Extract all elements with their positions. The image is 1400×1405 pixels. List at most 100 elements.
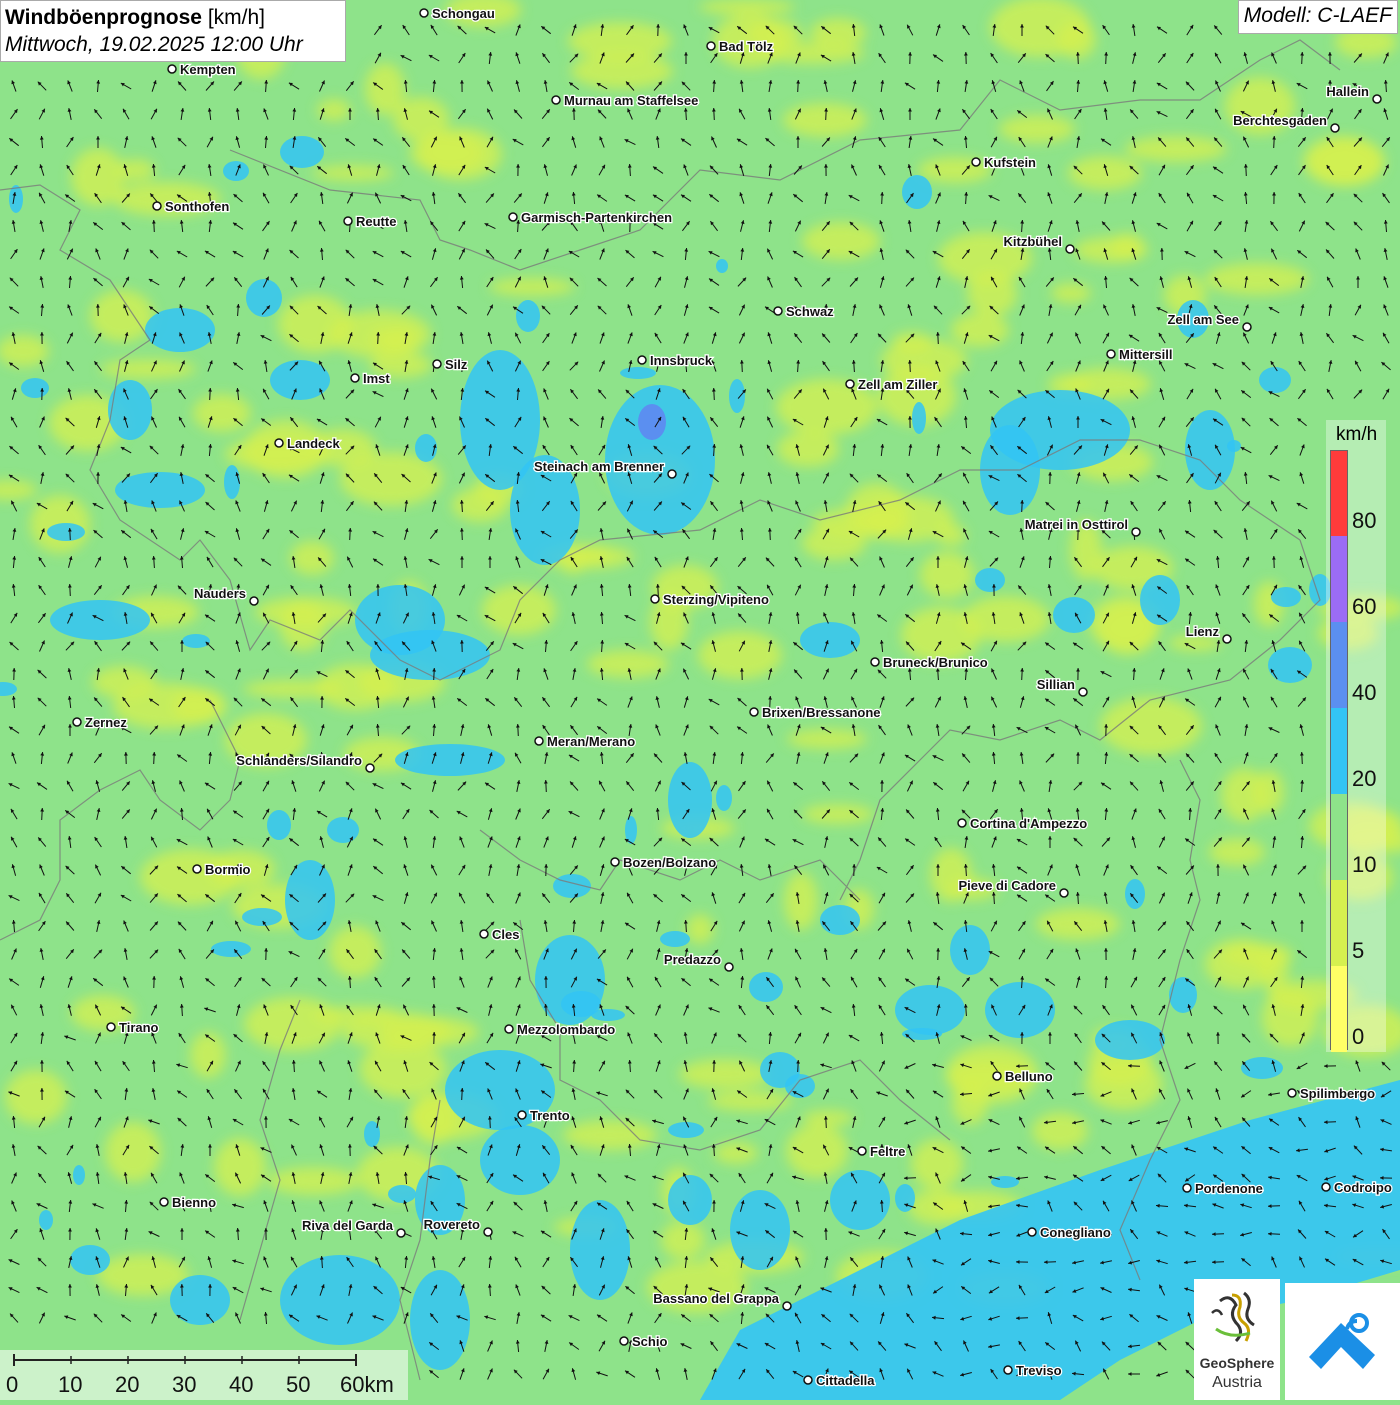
city-marker-icon <box>651 595 659 603</box>
city-label: Matrei in Osttirol <box>1025 517 1128 532</box>
low-gust-patch <box>786 1124 848 1178</box>
city-conegliano: Conegliano <box>1028 1225 1111 1240</box>
city-label: Innsbruck <box>650 353 713 368</box>
high-gust-patch <box>820 905 860 935</box>
low-gust-patch <box>193 394 251 432</box>
city-marker-icon <box>1373 95 1381 103</box>
city-marker-icon <box>1060 889 1068 897</box>
city-label: Pieve di Cadore <box>958 878 1056 893</box>
high-gust-patch <box>115 472 205 508</box>
low-gust-patch <box>280 601 326 651</box>
city-marker-icon <box>1066 245 1074 253</box>
high-gust-patch <box>668 1175 712 1225</box>
city-marker-icon <box>397 1229 405 1237</box>
city-label: Bassano del Grappa <box>653 1291 779 1306</box>
city-label: Belluno <box>1005 1069 1053 1084</box>
high-gust-patch <box>224 465 240 499</box>
high-gust-patch <box>246 279 282 317</box>
low-gust-patch <box>563 1120 657 1150</box>
low-gust-patch <box>452 488 508 522</box>
city-marker-icon <box>638 356 646 364</box>
city-label: Bozen/Bolzano <box>623 855 716 870</box>
low-gust-patch <box>1221 768 1267 822</box>
city-marker-icon <box>774 307 782 315</box>
high-gust-patch <box>975 568 1005 592</box>
high-gust-patch <box>716 785 732 811</box>
city-label: Pordenone <box>1195 1181 1263 1196</box>
low-gust-patch <box>312 165 394 181</box>
city-label: Zernez <box>85 715 127 730</box>
high-gust-patch <box>902 175 932 209</box>
city-marker-icon <box>168 65 176 73</box>
low-gust-patch <box>5 1070 67 1124</box>
low-gust-patch <box>952 1081 988 1125</box>
high-gust-patch <box>912 402 926 434</box>
high-gust-patch <box>211 941 251 957</box>
low-gust-patch <box>1125 136 1227 162</box>
high-gust-patch <box>1095 1020 1165 1060</box>
low-gust-patch <box>313 1006 401 1024</box>
city-marker-icon <box>846 380 854 388</box>
high-gust-patch <box>1271 587 1301 607</box>
low-gust-patch <box>290 541 334 575</box>
low-gust-patch <box>575 546 609 564</box>
high-gust-patch <box>570 1200 630 1300</box>
city-marker-icon <box>871 658 879 666</box>
high-gust-patch <box>895 985 965 1035</box>
low-gust-patch <box>587 650 669 678</box>
city-label: Conegliano <box>1040 1225 1111 1240</box>
city-pordenone: Pordenone <box>1183 1181 1263 1196</box>
high-gust-patch <box>145 308 215 352</box>
city-label: Predazzo <box>664 952 721 967</box>
wind-gust-map[interactable]: SchongauBad TölzKemptenMurnau am Staffel… <box>0 0 1400 1400</box>
high-gust-patch <box>410 1270 470 1370</box>
low-gust-patch <box>911 1139 963 1189</box>
city-label: Zell am See <box>1167 312 1239 327</box>
city-murnau-am-staffelsee: Murnau am Staffelsee <box>552 93 698 108</box>
low-gust-patch <box>708 1091 792 1111</box>
city-marker-icon <box>505 1025 513 1033</box>
city-schongau: Schongau <box>420 6 495 21</box>
city-bozen-bolzano: Bozen/Bolzano <box>611 855 716 870</box>
high-gust-patch <box>73 1165 85 1185</box>
high-gust-patch <box>591 1009 625 1021</box>
city-label: Berchtesgaden <box>1233 113 1327 128</box>
city-label: Schlanders/Silandro <box>236 753 362 768</box>
high-gust-patch <box>1125 879 1145 909</box>
city-marker-icon <box>783 1302 791 1310</box>
city-label: Mezzolombardo <box>517 1022 615 1037</box>
low-gust-patch <box>802 804 874 824</box>
city-label: Rovereto <box>424 1217 480 1232</box>
city-meran-merano: Meran/Merano <box>535 734 635 749</box>
city-label: Imst <box>363 371 390 386</box>
low-gust-patch <box>787 729 867 749</box>
low-gust-patch <box>244 997 342 1051</box>
city-label: Murnau am Staffelsee <box>564 93 698 108</box>
city-label: Cortina d'Ampezzo <box>970 816 1087 831</box>
high-gust-patch <box>668 1122 704 1138</box>
high-gust-patch <box>1259 367 1291 393</box>
high-gust-patch <box>1053 597 1095 633</box>
low-gust-patch <box>661 1221 705 1259</box>
city-marker-icon <box>611 858 619 866</box>
high-gust-patch <box>516 300 540 332</box>
city-label: Kitzbühel <box>1004 234 1063 249</box>
city-spilimbergo: Spilimbergo <box>1288 1086 1375 1101</box>
high-gust-patch <box>1268 647 1312 683</box>
high-gust-patch <box>280 136 324 168</box>
city-label: Schongau <box>432 6 495 21</box>
city-label: Silz <box>445 357 468 372</box>
high-gust-patch <box>270 360 330 400</box>
low-gust-patch <box>365 63 405 115</box>
low-gust-patch <box>881 339 967 381</box>
city-marker-icon <box>518 1111 526 1119</box>
low-gust-patch <box>379 1017 479 1047</box>
city-label: Mittersill <box>1119 347 1172 362</box>
high-gust-patch <box>749 972 783 1002</box>
city-marker-icon <box>725 963 733 971</box>
city-label: Spilimbergo <box>1300 1086 1375 1101</box>
city-marker-icon <box>1183 1184 1191 1192</box>
city-marker-icon <box>1288 1089 1296 1097</box>
city-marker-icon <box>107 1023 115 1031</box>
city-garmisch-partenkirchen: Garmisch-Partenkirchen <box>509 210 672 225</box>
